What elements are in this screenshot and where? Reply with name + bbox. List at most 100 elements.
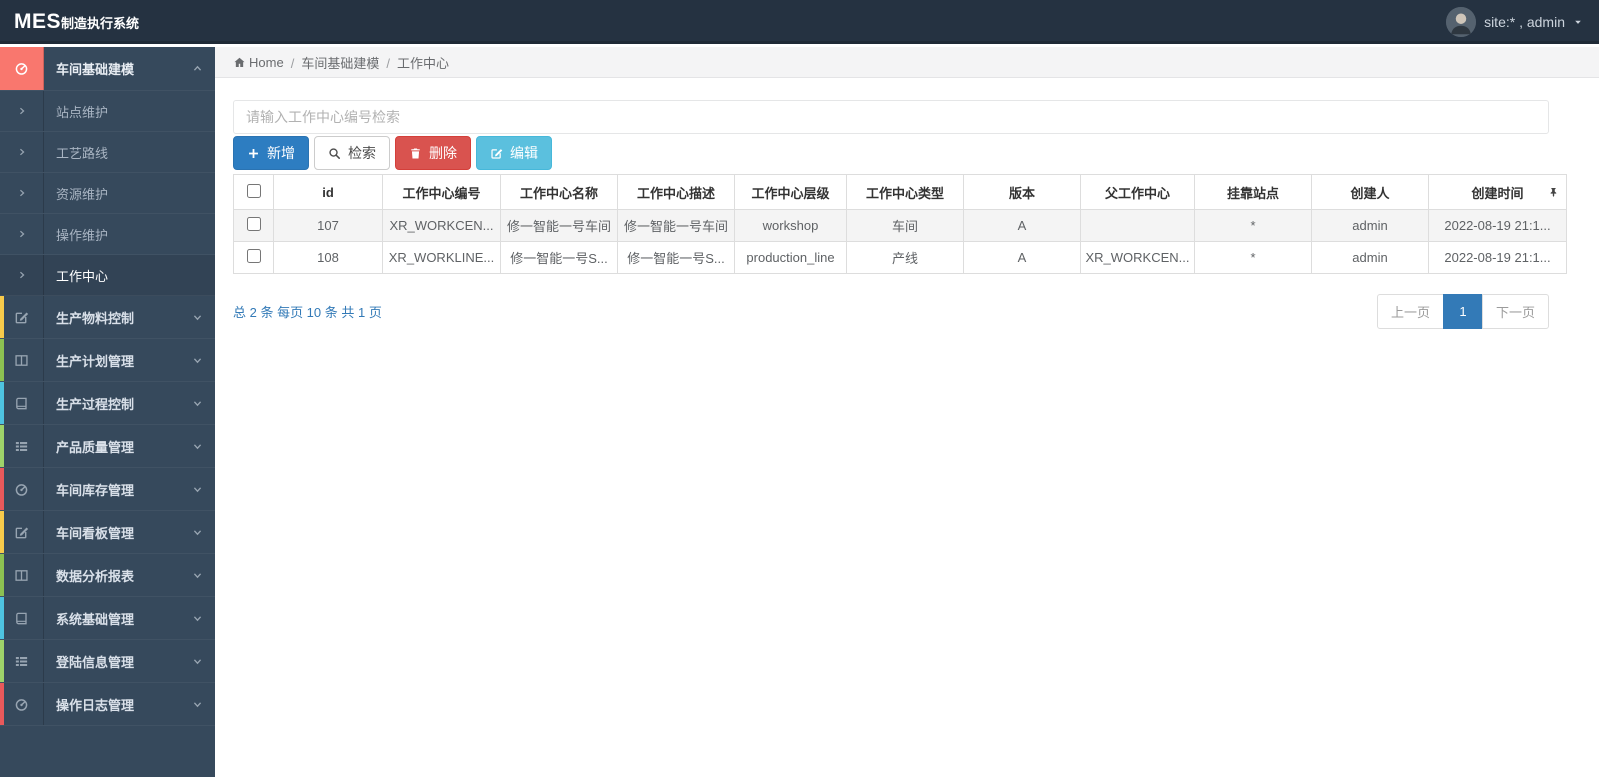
logo-subtitle: 制造执行系统 (61, 16, 140, 31)
table-cell: workshop (734, 209, 847, 242)
accent-bar (0, 382, 4, 424)
table-cell: 修一智能一号车间 (500, 209, 618, 242)
column-header-label: 工作中心编号 (402, 185, 481, 201)
column-header-label: id (322, 184, 334, 200)
column-header[interactable]: 父工作中心 (1080, 174, 1195, 210)
chevron-down-icon (192, 484, 203, 495)
column-header[interactable]: 挂靠站点 (1194, 174, 1312, 210)
sidebar-item[interactable]: 站点维护 (0, 91, 215, 132)
pagination: 总 2 条 每页 10 条 共 1 页 上一页 1 下一页 (233, 294, 1549, 329)
chevron-right-icon (17, 147, 27, 157)
column-header[interactable]: 工作中心名称 (500, 174, 618, 210)
sidebar-item-label: 工作中心 (56, 268, 109, 284)
sidebar-item-label: 站点维护 (56, 104, 109, 120)
breadcrumb-home-label: Home (249, 54, 284, 70)
sidebar-group[interactable]: 生产过程控制 (0, 382, 215, 425)
chevron-down-icon (192, 355, 203, 366)
next-page-button[interactable]: 下一页 (1481, 294, 1549, 329)
home-icon (233, 56, 246, 69)
sidebar: 车间基础建模 站点维护 工艺路线 资源维护 操作维护 工作中心 生产物料控制 生… (0, 47, 215, 777)
table-cell: admin (1311, 209, 1429, 242)
avatar (1446, 7, 1477, 37)
chevron-down-icon (192, 312, 203, 323)
sidebar-item-label: 工艺路线 (56, 145, 109, 161)
table-cell: admin (1311, 241, 1429, 274)
sidebar-item[interactable]: 资源维护 (0, 173, 215, 214)
table-cell: * (1194, 209, 1312, 242)
chevron-down-icon (192, 398, 203, 409)
sidebar-group-label: 系统基础管理 (56, 611, 135, 627)
search-icon (328, 147, 341, 160)
breadcrumb-item[interactable]: 工作中心 (397, 56, 449, 71)
add-button[interactable]: 新增 (233, 136, 309, 170)
sidebar-group[interactable]: 系统基础管理 (0, 597, 215, 640)
sidebar-group-active[interactable]: 车间基础建模 (0, 47, 215, 91)
column-header[interactable]: 创建人 (1311, 174, 1429, 210)
work-center-table: id 工作中心编号 工作中心名称 工作中心描述 工作中心层级 工作中心类型 版本 父工作中心 挂… (233, 174, 1567, 274)
chevron-right-icon (17, 106, 27, 116)
edit-button[interactable]: 编辑 (476, 136, 552, 170)
prev-page-button[interactable]: 上一页 (1376, 294, 1444, 329)
sidebar-group-label: 登陆信息管理 (56, 654, 135, 670)
sidebar-item-label: 操作维护 (56, 227, 109, 243)
column-header-label: 工作中心名称 (519, 185, 598, 201)
search-button-label: 检索 (348, 145, 376, 161)
sidebar-group[interactable]: 产品质量管理 (0, 425, 215, 468)
column-header[interactable]: 工作中心描述 (617, 174, 735, 210)
table-cell: 产线 (846, 241, 964, 274)
select-all-checkbox[interactable] (246, 183, 261, 198)
plus-icon (247, 147, 260, 160)
column-header[interactable]: 工作中心类型 (846, 174, 964, 210)
sidebar-group[interactable]: 操作日志管理 (0, 683, 215, 726)
table-cell (1080, 209, 1195, 242)
sidebar-group[interactable]: 登陆信息管理 (0, 640, 215, 683)
sidebar-group[interactable]: 车间库存管理 (0, 468, 215, 511)
user-menu[interactable]: site:* , admin (1446, 0, 1583, 44)
accent-bar (0, 511, 4, 553)
edit-icon (490, 147, 503, 160)
page-1-button[interactable]: 1 (1442, 294, 1483, 329)
add-button-label: 新增 (267, 145, 295, 161)
chevron-up-icon (192, 63, 203, 74)
breadcrumb-item[interactable]: 车间基础建模 (301, 56, 379, 71)
select-all-header (233, 174, 274, 210)
column-header-label: 挂靠站点 (1226, 185, 1279, 201)
sidebar-group-label: 生产物料控制 (56, 310, 135, 326)
column-header[interactable]: 工作中心编号 (382, 174, 501, 210)
sidebar-item[interactable]: 工艺路线 (0, 132, 215, 173)
edit-button-label: 编辑 (510, 145, 538, 161)
list-icon (14, 439, 29, 454)
accent-bar (0, 339, 4, 381)
chevron-down-icon (192, 656, 203, 667)
sidebar-item[interactable]: 操作维护 (0, 214, 215, 255)
book-icon (14, 396, 29, 411)
column-header[interactable]: 创建时间 (1428, 174, 1567, 210)
table-cell: * (1194, 241, 1312, 274)
column-header[interactable]: id (273, 174, 383, 210)
column-header[interactable]: 工作中心层级 (734, 174, 847, 210)
sidebar-group[interactable]: 数据分析报表 (0, 554, 215, 597)
table-cell: 修一智能一号S... (500, 241, 618, 274)
column-header[interactable]: 版本 (963, 174, 1081, 210)
row-checkbox[interactable] (246, 249, 261, 263)
delete-button[interactable]: 删除 (395, 136, 471, 170)
table-cell: 修一智能一号S... (617, 241, 735, 274)
list-icon (14, 654, 29, 669)
book-icon (14, 611, 29, 626)
main-area: Home / 车间基础建模 / 工作中心 新增 检索 删除 编辑 (215, 47, 1599, 777)
sidebar-group-label: 生产过程控制 (56, 396, 135, 412)
pin-icon[interactable] (1548, 186, 1559, 198)
accent-bar (0, 597, 4, 639)
sidebar-group[interactable]: 车间看板管理 (0, 511, 215, 554)
search-button[interactable]: 检索 (314, 136, 390, 170)
sidebar-item[interactable]: 工作中心 (0, 255, 215, 296)
table-header-row: id 工作中心编号 工作中心名称 工作中心描述 工作中心层级 工作中心类型 版本 父工作中心 挂… (233, 174, 1567, 210)
sidebar-group[interactable]: 生产计划管理 (0, 339, 215, 382)
sidebar-group[interactable]: 生产物料控制 (0, 296, 215, 339)
search-input[interactable] (233, 100, 1549, 134)
breadcrumb-home[interactable]: Home (233, 55, 284, 70)
gauge-icon (14, 697, 29, 712)
row-checkbox[interactable] (246, 217, 261, 231)
accent-bar (0, 683, 4, 725)
pagination-summary: 总 2 条 每页 10 条 共 1 页 (233, 305, 382, 320)
